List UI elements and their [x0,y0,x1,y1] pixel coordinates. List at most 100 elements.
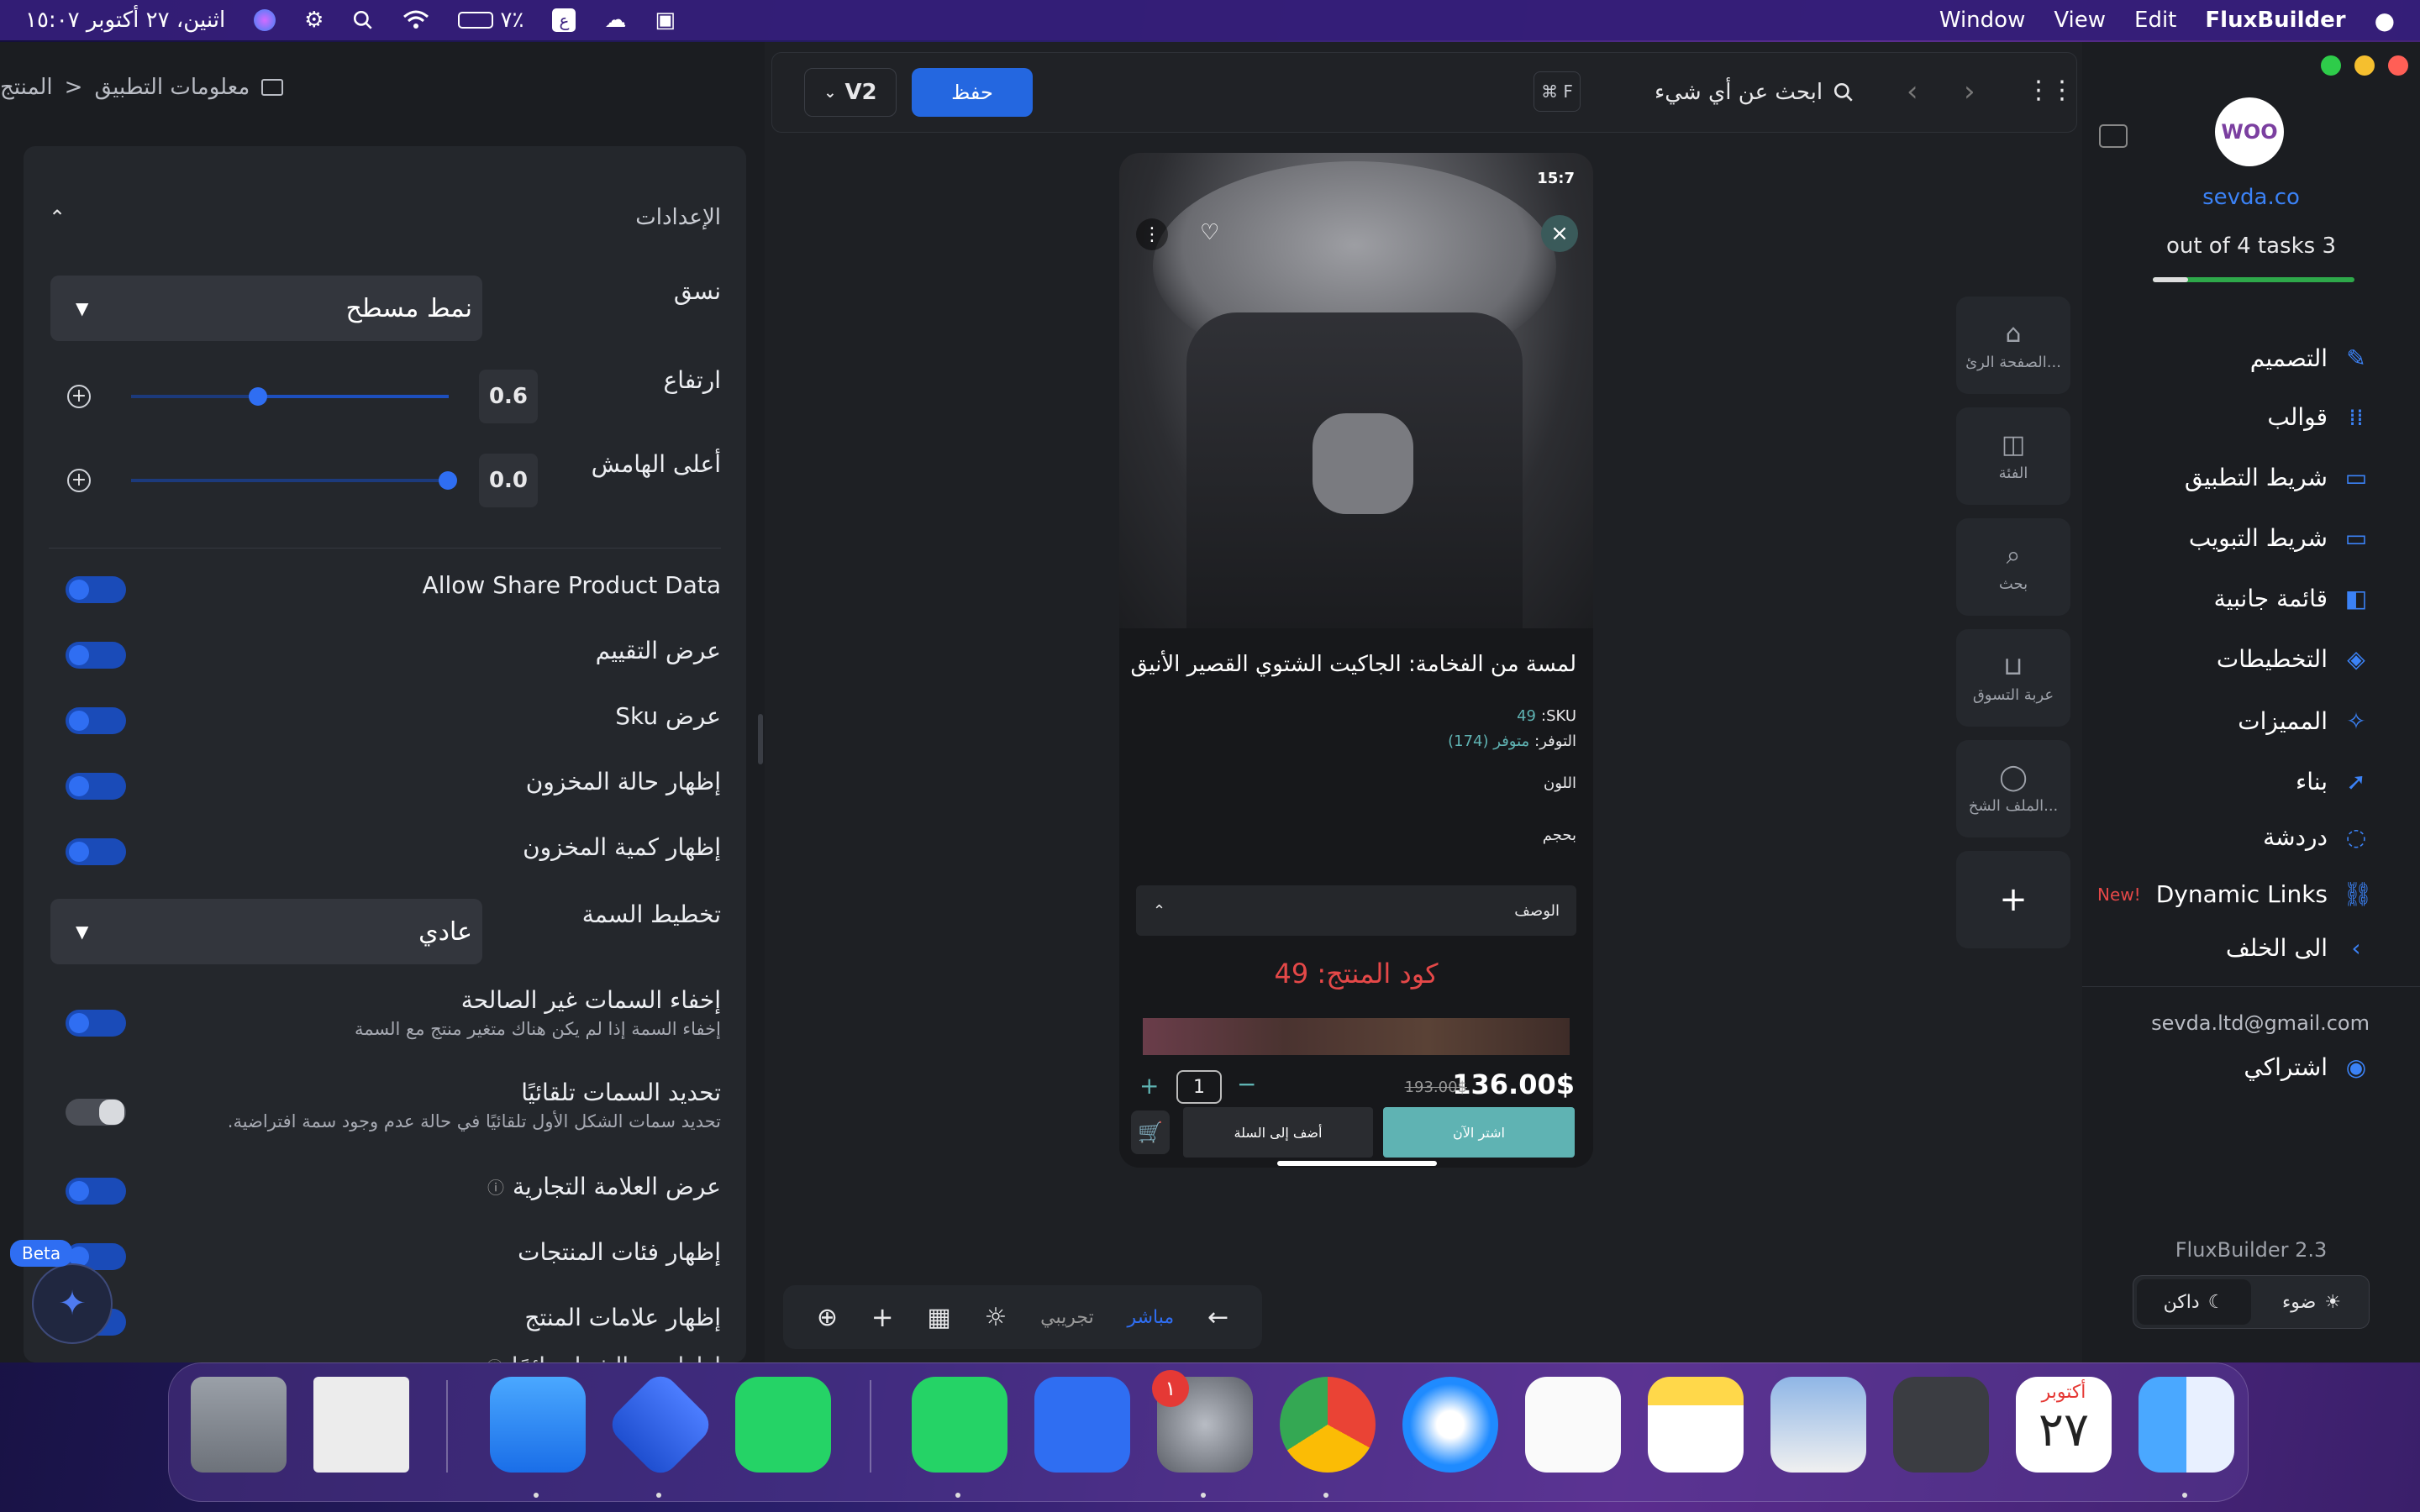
buy-now-button[interactable]: اشتر الآن [1383,1107,1575,1158]
whatsapp-icon[interactable] [735,1377,831,1473]
grid-icon[interactable]: ▦ [927,1303,950,1332]
demo-mode-button[interactable]: تجريبي [1040,1307,1094,1328]
light-theme-button[interactable]: ضوء ☀ [2254,1276,2369,1328]
brightness-icon[interactable]: ☼ [984,1303,1007,1332]
zoom-in-icon[interactable]: ⊕ [817,1303,838,1332]
product-image[interactable] [1119,153,1593,628]
nav-tab-bar[interactable]: ▭ شريط التبويب [2189,524,2370,552]
toggle-sku[interactable] [66,707,126,734]
reminders-icon[interactable] [1525,1377,1621,1473]
preview-tab-category[interactable]: ◫ الفئة [1956,407,2070,505]
breadcrumb-parent[interactable]: معلومات التطبيق [94,75,250,100]
qty-field[interactable]: 1 [1176,1070,1222,1104]
fluxbuilder-icon[interactable] [604,1368,717,1481]
toggle-brand[interactable] [66,1178,126,1205]
calendar-icon[interactable]: أكتوبر ٢٧ [2016,1377,2112,1473]
section-header[interactable]: الإعدادات ⌃ [49,205,721,230]
mail-icon[interactable] [490,1377,586,1473]
back-arrow-icon[interactable]: ← [1207,1303,1228,1332]
forward-arrow-icon[interactable]: › [1964,75,1975,108]
search-field[interactable]: ابحث عن أي شيء [1655,68,1873,117]
zoom-window-icon[interactable] [2321,55,2341,76]
preview-icon[interactable] [1770,1377,1866,1473]
nav-subscription[interactable]: ◉ اشتراكي [2244,1053,2370,1081]
toggle-share[interactable] [66,576,126,603]
toggle-stock-status[interactable] [66,773,126,800]
preview-tab-search[interactable]: ⌕ بحث [1956,518,2070,616]
margin-slider[interactable] [131,471,457,490]
chevron-up-icon[interactable]: ⌃ [49,206,66,229]
document-icon[interactable] [313,1377,409,1473]
toggle-auto-select[interactable] [66,1099,126,1126]
trash-icon[interactable] [191,1377,287,1473]
spotlight-search-icon[interactable] [352,9,374,31]
nav-design[interactable]: ✎ التصميم [2250,344,2370,372]
roblox-icon[interactable] [1034,1377,1130,1473]
help-icon[interactable]: ⓘ [487,1354,503,1362]
creative-cloud-icon[interactable]: ☁ [604,8,626,33]
control-center-icon[interactable]: ⚙ [304,8,324,33]
finder-icon[interactable] [2139,1377,2234,1473]
close-icon[interactable]: × [1541,215,1578,252]
battery-icon[interactable]: ٧٪ [458,8,523,33]
ai-assistant-button[interactable]: ✦ [32,1263,113,1344]
back-arrow-icon[interactable]: ‹ [1907,75,1918,108]
nav-build[interactable]: ➚ بناء [2296,768,2370,795]
nav-app-bar[interactable]: ▭ شريط التطبيق [2185,464,2370,491]
height-slider-knob[interactable] [249,387,267,406]
calculator-icon[interactable] [1893,1377,1989,1473]
nav-features[interactable]: ✧ المميزات [2238,707,2370,735]
menu-window[interactable]: Window [1939,8,2026,33]
menu-view[interactable]: View [2054,8,2106,33]
nav-templates[interactable]: ⁞⁞ قوالب [2267,403,2370,431]
height-value[interactable]: 0.6 [479,370,538,423]
qty-minus-button[interactable]: − [1237,1070,1256,1098]
menu-app-name[interactable]: FluxBuilder [2205,8,2345,33]
margin-add-icon[interactable]: + [67,469,91,492]
keyboard-input-icon[interactable]: ع [552,8,576,32]
notes-icon[interactable] [1648,1377,1744,1473]
more-icon[interactable]: ⋮ [1136,218,1168,250]
chrome-icon[interactable] [1280,1377,1376,1473]
add-to-cart-button[interactable]: أضف إلى السلة [1183,1107,1373,1158]
live-mode-button[interactable]: مباشر [1127,1307,1174,1328]
safari-icon[interactable] [1402,1377,1498,1473]
menu-edit[interactable]: Edit [2134,8,2176,33]
qty-plus-button[interactable]: + [1139,1072,1159,1100]
description-accordion[interactable]: الوصف ⌃ [1136,885,1576,936]
nav-dynamic-links[interactable]: New! Dynamic Links ⛓ [2097,880,2373,908]
whatsapp-business-icon[interactable] [912,1377,1007,1473]
apple-icon[interactable]: ● [2375,7,2395,34]
add-tab-button[interactable]: + [1956,851,2070,948]
wifi-icon[interactable] [402,9,429,31]
notification-icon[interactable]: ▣ [655,8,676,33]
attr-layout-dropdown[interactable]: عادي ▼ [50,899,482,964]
toggle-hide-invalid[interactable] [66,1010,126,1037]
sidebar-toggle-icon[interactable] [2099,124,2128,148]
clock[interactable]: اثنين، ٢٧ أكتوبر ١٥:٠٧ [25,8,225,33]
style-dropdown[interactable]: نمط مسطح ▼ [50,276,482,341]
help-icon[interactable]: ⓘ [487,1174,504,1199]
preview-tab-home[interactable]: ⌂ الصفحة الرئ... [1956,297,2070,394]
nav-side-menu[interactable]: ◧ قائمة جانبية [2214,585,2370,612]
margin-value[interactable]: 0.0 [479,454,538,507]
cart-icon[interactable]: 🛒 [1131,1110,1170,1154]
close-window-icon[interactable] [2388,55,2408,76]
height-add-icon[interactable]: + [67,385,91,408]
margin-slider-knob[interactable] [439,471,457,490]
nav-chat[interactable]: ◌ دردشة [2263,823,2370,851]
toggle-rating[interactable] [66,642,126,669]
siri-icon[interactable] [254,9,276,31]
version-dropdown[interactable]: ⌄ V2 [804,68,897,117]
preview-tab-profile[interactable]: ◯ الملف الشخ... [1956,740,2070,837]
save-button[interactable]: حفظ [912,68,1033,117]
minimize-window-icon[interactable] [2354,55,2375,76]
nav-back[interactable]: › الى الخلف [2226,934,2370,962]
resize-handle[interactable] [758,714,763,764]
height-slider[interactable] [131,387,449,406]
dark-theme-button[interactable]: داكن ☾ [2137,1279,2251,1325]
preview-tab-cart[interactable]: ⊔ عربة التسوق [1956,629,2070,727]
toggle-stock-qty[interactable] [66,838,126,865]
site-link[interactable]: sevda.co [2082,185,2420,210]
nav-layouts[interactable]: ◈ التخطيطات [2217,645,2370,673]
